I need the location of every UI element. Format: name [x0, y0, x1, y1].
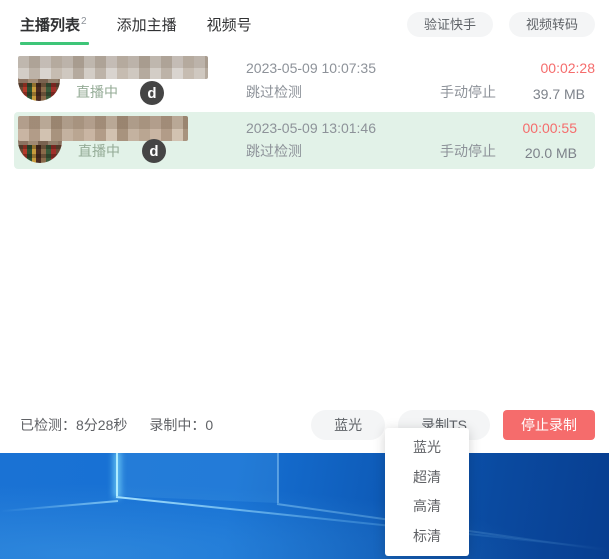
windows-logo-edge-vertical: [116, 453, 118, 496]
streamer-row[interactable]: 直播中 d 2023-05-09 10:07:35 00:02:28 跳过检测 …: [14, 56, 595, 108]
avatar-photo: [18, 145, 62, 163]
tab-add-streamer-label: 添加主播: [117, 17, 177, 34]
windows-logo-edge-vertical-faint: [277, 453, 279, 503]
video-transcode-button[interactable]: 视频转码: [509, 12, 595, 37]
live-status-label: 直播中: [76, 82, 118, 102]
footer-bar: 已检测：8分28秒 录制中：0 蓝光 录制TS 停止录制: [20, 408, 595, 442]
record-duration: 00:00:55: [523, 120, 578, 136]
streamer-row-selected[interactable]: 直播中 d 2023-05-09 13:01:46 00:00:55 跳过检测 …: [14, 112, 595, 169]
skip-detection-label: 跳过检测: [246, 141, 302, 161]
file-size: 39.7 MB: [533, 86, 585, 102]
quality-option-high[interactable]: 高清: [385, 492, 469, 521]
tab-bar: 主播列表2 添加主播 视频号: [20, 10, 252, 45]
windows-logo-pane: [118, 453, 278, 503]
windows-logo-ray-right: [116, 496, 608, 550]
stop-mode-label: 手动停止: [440, 141, 496, 161]
platform-d-badge-icon: d: [140, 81, 164, 105]
streamer-name-mosaic: [18, 56, 208, 79]
tab-add-streamer[interactable]: 添加主播: [117, 10, 177, 45]
record-start-time: 2023-05-09 10:07:35: [246, 60, 376, 76]
header: 主播列表2 添加主播 视频号 验证快手 视频转码: [20, 10, 595, 46]
verify-kuaishou-button[interactable]: 验证快手: [407, 12, 493, 37]
record-duration: 00:02:28: [541, 60, 596, 76]
recording-count-label: 录制中：0: [149, 415, 213, 435]
file-size: 20.0 MB: [525, 145, 577, 161]
tab-video-channel-label: 视频号: [207, 17, 252, 34]
quality-dropdown-menu: 蓝光 超清 高清 标清: [385, 428, 469, 556]
stop-mode-label: 手动停止: [440, 82, 496, 102]
windows-logo-ray-left: [0, 500, 118, 512]
record-start-time: 2023-05-09 13:01:46: [246, 120, 376, 136]
windows-desktop-wallpaper: [0, 453, 609, 559]
quality-select-button[interactable]: 蓝光: [311, 410, 385, 440]
streamer-list: 直播中 d 2023-05-09 10:07:35 00:02:28 跳过检测 …: [0, 56, 609, 173]
tab-streamer-list[interactable]: 主播列表2: [20, 10, 87, 45]
app-window: 主播列表2 添加主播 视频号 验证快手 视频转码 直播中 d 2023-05-0…: [0, 0, 609, 453]
tab-count-badge: 2: [81, 16, 87, 27]
platform-d-badge-icon: d: [142, 139, 166, 163]
quality-option-ultra[interactable]: 超清: [385, 463, 469, 492]
footer-stats: 已检测：8分28秒 录制中：0: [20, 415, 213, 435]
avatar-photo: [18, 83, 60, 101]
skip-detection-label: 跳过检测: [246, 82, 302, 102]
tab-video-channel[interactable]: 视频号: [207, 10, 252, 45]
streamer-name-mosaic: [18, 116, 188, 141]
quality-option-standard[interactable]: 标清: [385, 522, 469, 551]
stop-recording-button[interactable]: 停止录制: [503, 410, 595, 440]
checked-time-label: 已检测：8分28秒: [20, 415, 127, 435]
tab-streamer-list-label: 主播列表: [20, 17, 80, 34]
quality-option-bluray[interactable]: 蓝光: [385, 433, 469, 462]
live-status-label: 直播中: [78, 141, 120, 161]
header-buttons: 验证快手 视频转码: [407, 10, 595, 37]
